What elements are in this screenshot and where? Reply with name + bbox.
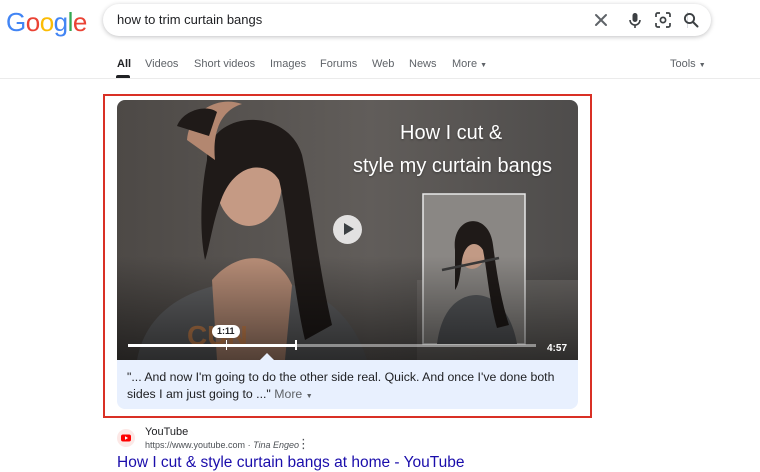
search-icon[interactable] (681, 10, 701, 30)
thumbnail-title-line-2: style my curtain bangs (353, 155, 552, 177)
tab-web[interactable]: Web (372, 58, 394, 70)
thumbnail-title-line-1: How I cut & (400, 122, 503, 144)
youtube-play-icon (121, 434, 131, 442)
logo-letter: o (39, 7, 54, 37)
tools-label: Tools (670, 58, 696, 70)
play-button[interactable] (333, 215, 362, 244)
site-url: https://www.youtube.com · Tina Engeo (145, 440, 299, 450)
logo-letter: e (72, 7, 87, 37)
logo-letter: o (25, 7, 40, 37)
progress-end-marker (295, 340, 297, 350)
google-logo[interactable]: Google (6, 7, 87, 37)
tab-videos[interactable]: Videos (145, 58, 178, 70)
tools-button[interactable]: Tools ▼ (670, 58, 706, 70)
search-box[interactable]: how to trim curtain bangs (103, 4, 711, 36)
logo-letter: g (53, 7, 68, 37)
chevron-down-icon: ▼ (305, 393, 313, 400)
tab-images[interactable]: Images (270, 58, 306, 70)
caret-down-icon: ▼ (698, 62, 706, 69)
site-url-text: https://www.youtube.com (145, 440, 246, 450)
video-card[interactable]: CUN How I cut & style my curtain bangs 1… (117, 100, 578, 409)
more-label: More (274, 387, 303, 401)
tab-news[interactable]: News (409, 58, 437, 70)
author-name: Tina Engeo (253, 440, 300, 450)
close-icon[interactable] (591, 10, 611, 30)
search-input[interactable]: how to trim curtain bangs (117, 12, 262, 27)
tab-more-label: More (452, 58, 478, 70)
microphone-icon[interactable] (625, 10, 645, 30)
site-name: YouTube (145, 426, 189, 438)
youtube-favicon (117, 429, 135, 447)
header-divider (0, 78, 760, 79)
caret-down-icon: ▼ (480, 62, 488, 69)
tab-forums[interactable]: Forums (320, 58, 357, 70)
progress-fill (128, 344, 296, 347)
more-options-icon[interactable]: ⋮ (297, 437, 310, 450)
snippet-text: "... And now I'm going to do the other s… (127, 370, 555, 401)
video-duration: 4:57 (547, 343, 568, 354)
camera-lens-icon[interactable] (653, 10, 673, 30)
key-moment-marker (225, 340, 228, 350)
timestamp-chip[interactable]: 1:11 (212, 325, 240, 338)
transcript-snippet: "... And now I'm going to do the other s… (127, 369, 567, 405)
tab-more[interactable]: More ▼ (452, 58, 487, 70)
logo-letter: G (6, 7, 26, 37)
progress-track[interactable] (128, 344, 536, 347)
tab-all[interactable]: All (117, 58, 131, 70)
more-link[interactable]: More ▼ (274, 387, 312, 401)
snippet-pointer (260, 353, 274, 360)
result-title-link[interactable]: How I cut & style curtain bangs at home … (117, 454, 465, 472)
tab-short-videos[interactable]: Short videos (194, 58, 255, 70)
